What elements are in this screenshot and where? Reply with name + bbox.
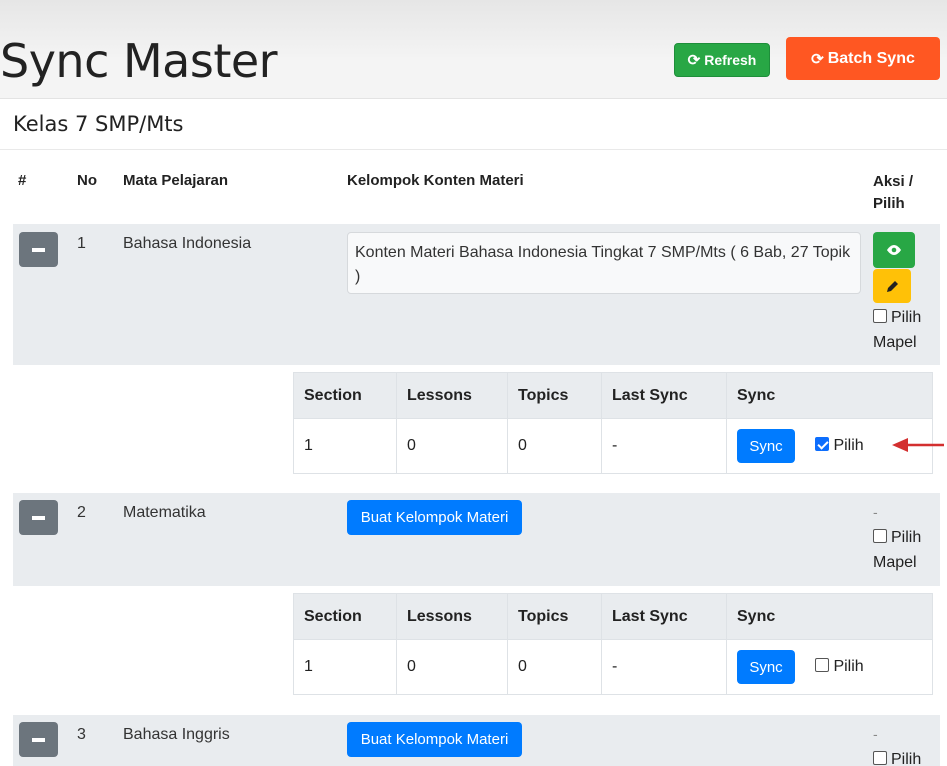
sync-button[interactable]: Sync	[737, 429, 795, 463]
col-hash: #	[18, 172, 27, 189]
table-row: 2 Matematika Buat Kelompok Materi - Pili…	[13, 493, 940, 586]
buat-kelompok-button[interactable]: Buat Kelompok Materi	[347, 722, 522, 757]
pilih-mapel[interactable]: Pilih	[873, 747, 921, 766]
sub-col-section: Section	[293, 593, 397, 640]
col-aksi-line1: Aksi /	[873, 173, 914, 190]
konten-materi-box: Konten Materi Bahasa Indonesia Tingkat 7…	[347, 232, 861, 294]
sub-sync-cell: Sync Pilih	[726, 639, 933, 695]
row-no: 2	[77, 504, 86, 521]
row-detail: Section Lessons Topics Last Sync Sync 1 …	[13, 586, 940, 715]
pilih-mapel-label: Pilih	[891, 529, 922, 546]
pilih-section[interactable]: Pilih	[815, 437, 864, 454]
table-row: 3 Bahasa Inggris Buat Kelompok Materi - …	[13, 715, 940, 766]
pilih-mapel[interactable]: Pilih Mapel	[873, 525, 921, 575]
sub-lessons: 0	[396, 418, 508, 474]
pilih-mapel-checkbox[interactable]	[873, 529, 887, 543]
sub-last-sync: -	[601, 418, 727, 474]
sub-col-lessons: Lessons	[396, 372, 508, 419]
buat-kelompok-button[interactable]: Buat Kelompok Materi	[347, 500, 522, 535]
row-mapel: Bahasa Inggris	[123, 726, 230, 743]
edit-button[interactable]	[873, 269, 911, 303]
collapse-button[interactable]	[19, 722, 58, 757]
col-mapel: Mata Pelajaran	[123, 172, 229, 189]
section-table: Section Lessons Topics Last Sync Sync 1 …	[293, 593, 933, 695]
pilih-mapel-checkbox[interactable]	[873, 751, 887, 765]
pilih-mapel-label: Pilih	[891, 751, 922, 766]
sub-col-section: Section	[293, 372, 397, 419]
card-title: Kelas 7 SMP/Mts	[0, 99, 947, 150]
pilih-mapel-label-2: Mapel	[873, 554, 917, 571]
section-table: Section Lessons Topics Last Sync Sync 1 …	[293, 372, 933, 474]
pencil-icon	[886, 280, 898, 292]
pilih-mapel-checkbox[interactable]	[873, 309, 887, 323]
batch-sync-button[interactable]: ⟳ Batch Sync	[786, 37, 940, 80]
sub-lessons: 0	[396, 639, 508, 695]
sub-col-sync: Sync	[726, 372, 933, 419]
pilih-section[interactable]: Pilih	[815, 658, 864, 675]
aksi-dash: -	[873, 726, 878, 742]
col-kelompok: Kelompok Konten Materi	[347, 172, 524, 189]
row-mapel: Bahasa Indonesia	[123, 235, 252, 252]
sub-col-topics: Topics	[507, 593, 602, 640]
refresh-icon: ⟳	[811, 50, 824, 68]
table-row: 1 Bahasa Indonesia Konten Materi Bahasa …	[13, 224, 940, 365]
view-button[interactable]	[873, 232, 915, 268]
pilih-section-label: Pilih	[833, 437, 864, 454]
pilih-mapel-label-2: Mapel	[873, 334, 917, 351]
pilih-section-checkbox[interactable]	[815, 658, 830, 672]
sub-col-last-sync: Last Sync	[601, 593, 727, 640]
sub-col-sync: Sync	[726, 593, 933, 640]
annotation-arrow-icon	[892, 438, 944, 452]
sub-section: 1	[293, 418, 397, 474]
page-title: Sync Master	[0, 34, 278, 88]
refresh-icon: ⟳	[687, 52, 701, 69]
pilih-mapel[interactable]: Pilih Mapel	[873, 305, 921, 355]
pilih-mapel-label: Pilih	[891, 309, 922, 326]
sub-section: 1	[293, 639, 397, 695]
sub-col-topics: Topics	[507, 372, 602, 419]
refresh-button[interactable]: ⟳ Refresh	[674, 43, 770, 77]
refresh-label: Refresh	[704, 52, 757, 68]
sub-topics: 0	[507, 639, 602, 695]
col-no: No	[77, 172, 97, 189]
row-no: 1	[77, 235, 86, 252]
row-no: 3	[77, 726, 86, 743]
sub-col-last-sync: Last Sync	[601, 372, 727, 419]
col-aksi-line2: Pilih	[873, 195, 905, 212]
sub-topics: 0	[507, 418, 602, 474]
batch-sync-label: Batch Sync	[827, 49, 915, 67]
col-aksi: Aksi / Pilih	[873, 171, 913, 215]
sync-button[interactable]: Sync	[737, 650, 795, 684]
row-mapel: Matematika	[123, 504, 206, 521]
collapse-button[interactable]	[19, 500, 58, 535]
collapse-button[interactable]	[19, 232, 58, 267]
sub-col-lessons: Lessons	[396, 593, 508, 640]
row-detail: Section Lessons Topics Last Sync Sync 1 …	[13, 365, 940, 493]
sub-last-sync: -	[601, 639, 727, 695]
pilih-section-checkbox[interactable]	[815, 437, 830, 451]
eye-icon	[887, 245, 901, 255]
pilih-section-label: Pilih	[833, 658, 864, 675]
aksi-dash: -	[873, 504, 878, 520]
